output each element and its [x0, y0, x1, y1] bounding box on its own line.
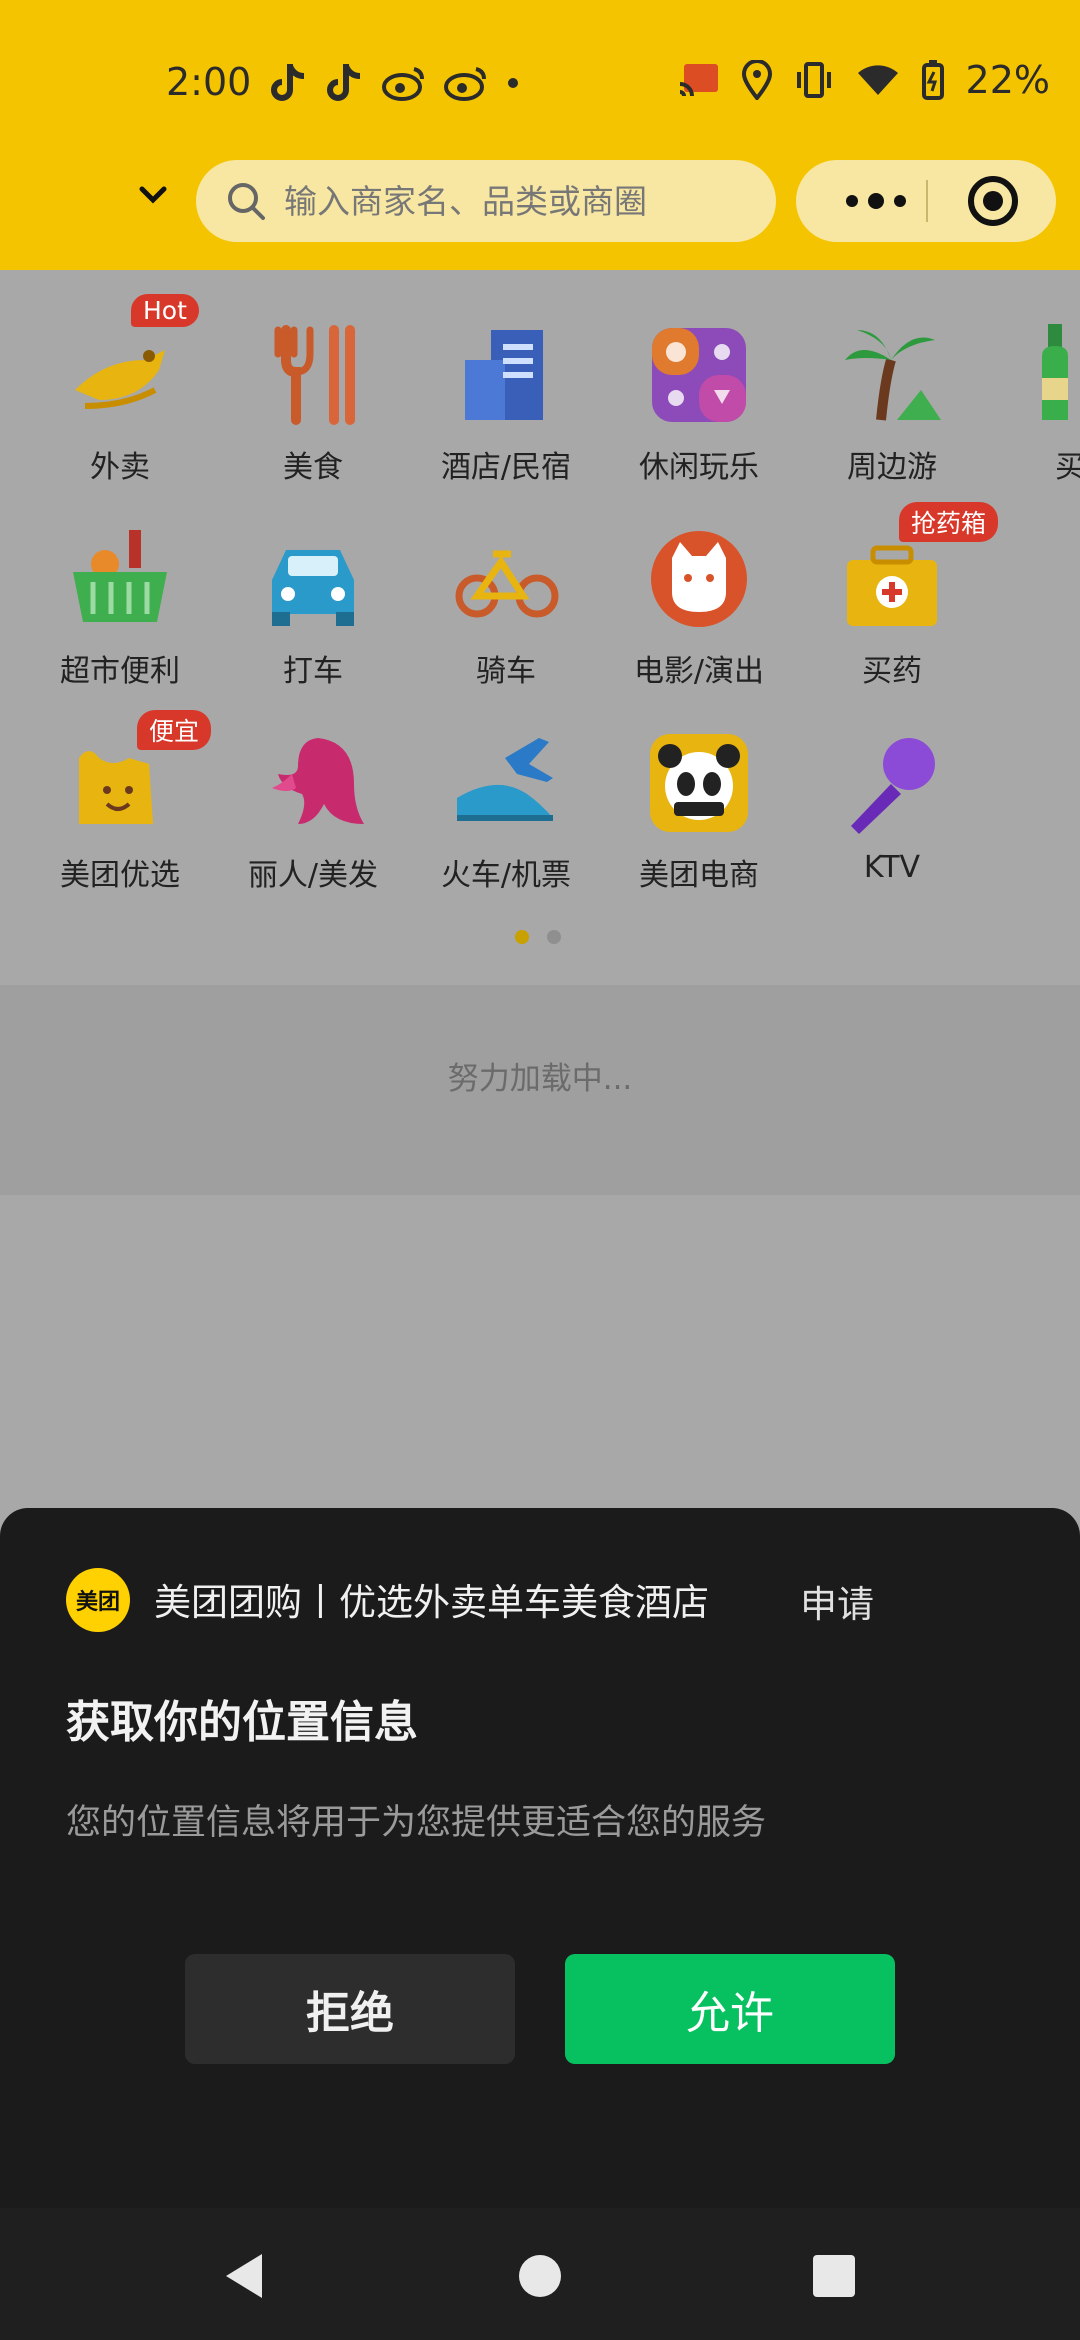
- status-time: 2:00: [166, 60, 252, 104]
- allow-button[interactable]: 允许: [565, 1954, 895, 2064]
- category-label: KTV: [863, 850, 921, 885]
- wifi-icon: [856, 63, 900, 97]
- back-icon[interactable]: [218, 2248, 274, 2304]
- category-label: 买药: [862, 654, 922, 689]
- fork-knife-icon: [258, 320, 368, 430]
- category-label: 丽人/美发: [247, 858, 379, 893]
- category-medicine[interactable]: 抢药箱 买药: [812, 502, 999, 690]
- status-bar: 2:00 22%: [0, 40, 1080, 130]
- category-label: 电影/演出: [633, 654, 765, 689]
- loading-section: 努力加载中...: [0, 985, 1080, 1195]
- train-plane-icon: [451, 728, 561, 838]
- category-taxi[interactable]: 打车: [233, 524, 393, 690]
- promo-badge: 抢药箱: [899, 502, 999, 542]
- close-miniprogram-icon[interactable]: [966, 174, 1020, 228]
- category-meituan-select[interactable]: 便宜 美团优选: [40, 710, 212, 894]
- tiktok-icon: [326, 62, 364, 104]
- takeout-kangaroo-icon: Hot: [65, 294, 199, 430]
- deny-button[interactable]: 拒绝: [185, 1954, 515, 2064]
- more-options-icon[interactable]: [834, 180, 918, 222]
- recents-icon[interactable]: [806, 2248, 862, 2304]
- category-label: 休闲玩乐: [639, 450, 759, 485]
- search-bar[interactable]: [196, 160, 776, 242]
- category-label: 美食: [283, 450, 343, 485]
- app-screen: 2:00 22% 输入商家名、品类或商圈 Hot 外卖 美食 酒店/民宿 休闲玩…: [0, 0, 1080, 2340]
- battery-percent: 22%: [965, 58, 1050, 102]
- miniprogram-capsule: [796, 160, 1056, 242]
- capsule-divider: [926, 180, 928, 222]
- cast-icon: [678, 62, 720, 98]
- beer-bottle-icon: [1030, 320, 1080, 430]
- home-icon[interactable]: [512, 2248, 568, 2304]
- chevron-down-icon[interactable]: [136, 178, 170, 212]
- medicine-box-icon: 抢药箱: [837, 502, 999, 634]
- category-label: 打车: [283, 654, 343, 689]
- location-permission-sheet: 美团 美团团购丨优选外卖单车美食酒店 申请 获取你的位置信息 您的位置信息将用于…: [0, 1508, 1080, 2208]
- cat-face-icon: [644, 524, 754, 634]
- microphone-icon: [837, 728, 947, 838]
- weibo-icon: [382, 65, 426, 101]
- meituan-logo: 美团: [66, 1568, 130, 1632]
- category-takeout[interactable]: Hot 外卖: [40, 294, 200, 486]
- category-train-flight[interactable]: 火车/机票: [426, 728, 586, 894]
- category-leisure[interactable]: 休闲玩乐: [619, 320, 779, 486]
- location-icon: [741, 60, 772, 100]
- page-dot: [547, 930, 561, 944]
- search-icon: [226, 181, 266, 221]
- leisure-grid-icon: [644, 320, 754, 430]
- tiktok-icon: [270, 62, 308, 104]
- woman-hair-icon: [258, 728, 368, 838]
- category-buy-alcohol[interactable]: 买酒: [1005, 320, 1080, 486]
- category-label: 买酒: [1055, 450, 1080, 485]
- category-label: 美团电商: [639, 858, 759, 893]
- battery-icon: [921, 60, 944, 100]
- apply-label: 申请: [800, 1583, 874, 1626]
- search-row: [0, 160, 1080, 242]
- shopping-bag-face-icon: 便宜: [65, 710, 212, 838]
- header: 2:00 22% 输入商家名、品类或商圈: [0, 0, 1080, 270]
- hotel-building-icon: [451, 320, 561, 430]
- notification-icons: [270, 58, 520, 108]
- car-icon: [258, 524, 368, 634]
- category-label: 酒店/民宿: [440, 450, 572, 485]
- category-food[interactable]: 美食: [233, 320, 393, 486]
- category-label: 周边游: [847, 450, 937, 485]
- search-input[interactable]: [282, 180, 756, 222]
- vibrate-icon: [794, 62, 834, 98]
- app-name: 美团团购丨优选外卖单车美食酒店: [154, 1581, 709, 1624]
- permission-title: 获取你的位置信息: [66, 1697, 418, 1748]
- panda-icon: [644, 728, 754, 838]
- more-notifications-dot-icon: [506, 76, 520, 90]
- category-label: 超市便利: [60, 654, 180, 689]
- loading-text: 努力加载中...: [447, 1061, 633, 1097]
- category-nearby-travel[interactable]: 周边游: [812, 320, 972, 486]
- category-hotel[interactable]: 酒店/民宿: [426, 320, 586, 486]
- cheap-badge: 便宜: [137, 710, 212, 750]
- category-ecommerce[interactable]: 美团电商: [619, 728, 779, 894]
- category-label: 美团优选: [60, 858, 180, 893]
- weibo-icon: [444, 65, 488, 101]
- category-movie[interactable]: 电影/演出: [619, 524, 779, 690]
- system-icons: 22%: [678, 58, 1050, 102]
- bicycle-icon: [451, 524, 561, 634]
- system-nav-bar: [0, 2208, 1080, 2340]
- page-dot-active: [515, 930, 529, 944]
- palm-tree-icon: [837, 320, 947, 430]
- category-label: 外卖: [90, 450, 150, 485]
- permission-description: 您的位置信息将用于为您提供更适合您的服务: [66, 1803, 767, 1843]
- category-label: 火车/机票: [440, 858, 572, 893]
- page-indicator: [515, 930, 561, 944]
- category-label: 骑车: [476, 654, 536, 689]
- category-beauty[interactable]: 丽人/美发: [233, 728, 393, 894]
- category-ktv[interactable]: KTV: [812, 728, 972, 885]
- grocery-basket-icon: [65, 524, 175, 634]
- category-supermarket[interactable]: 超市便利: [40, 524, 200, 690]
- category-bike[interactable]: 骑车: [426, 524, 586, 690]
- hot-badge: Hot: [131, 294, 199, 327]
- category-grid: Hot 外卖 美食 酒店/民宿 休闲玩乐 周边游 买 超市便利 打车 骑车 电影…: [0, 270, 1080, 985]
